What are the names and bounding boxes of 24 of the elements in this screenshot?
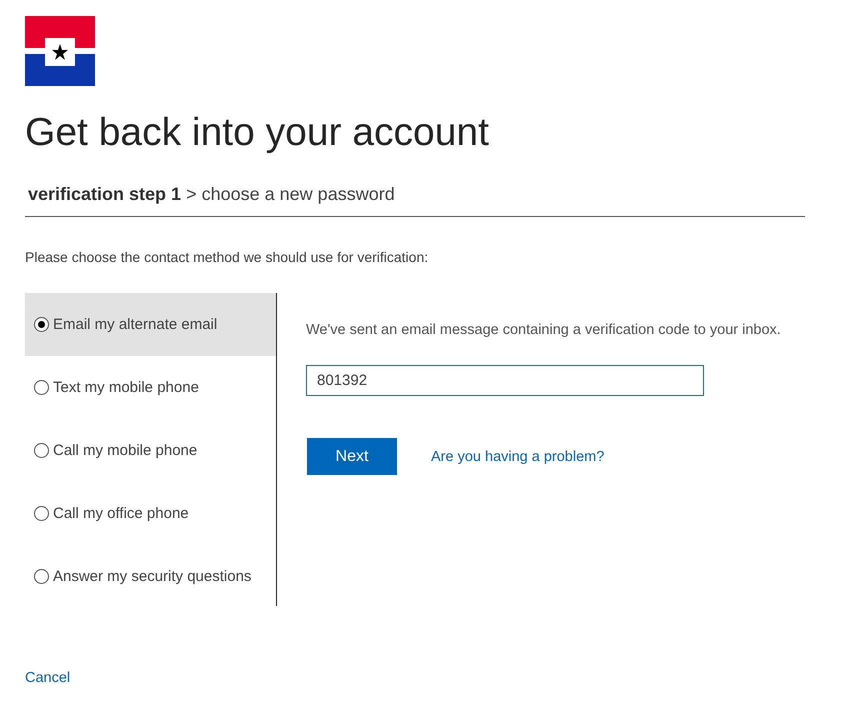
breadcrumb-text: verification step 1 > choose a new password bbox=[28, 184, 395, 204]
option-label: Answer my security questions bbox=[53, 568, 252, 585]
contact-option[interactable]: Email my alternate email bbox=[25, 293, 276, 356]
contact-option[interactable]: Answer my security questions bbox=[25, 545, 276, 608]
radio-button[interactable] bbox=[34, 443, 49, 458]
radio-button[interactable] bbox=[34, 380, 49, 395]
option-label: Text my mobile phone bbox=[53, 379, 199, 396]
instruction-text: We've sent an email message containing a verification code to your inbox. bbox=[306, 322, 781, 338]
page-title: Get back into your account bbox=[25, 110, 490, 156]
option-label: Call my office phone bbox=[53, 505, 189, 522]
contact-option[interactable]: Call my mobile phone bbox=[25, 419, 276, 482]
contact-option[interactable]: Call my office phone bbox=[25, 482, 276, 545]
contact-option[interactable]: Text my mobile phone bbox=[25, 356, 276, 419]
code-field[interactable]: 801392 bbox=[306, 365, 704, 396]
radio-button[interactable] bbox=[34, 506, 49, 521]
help-link[interactable]: Are you having a problem? bbox=[431, 448, 604, 464]
next-button[interactable]: Next bbox=[307, 438, 397, 475]
option-label: Call my mobile phone bbox=[53, 442, 198, 459]
option-label: Email my alternate email bbox=[53, 316, 218, 333]
cancel-link[interactable]: Cancel bbox=[25, 670, 70, 686]
instruction-text: Please choose the contact method we should use for verification: bbox=[25, 249, 430, 265]
radio-button[interactable] bbox=[34, 317, 49, 332]
radio-button[interactable] bbox=[34, 569, 49, 584]
logo-icon bbox=[25, 16, 95, 86]
